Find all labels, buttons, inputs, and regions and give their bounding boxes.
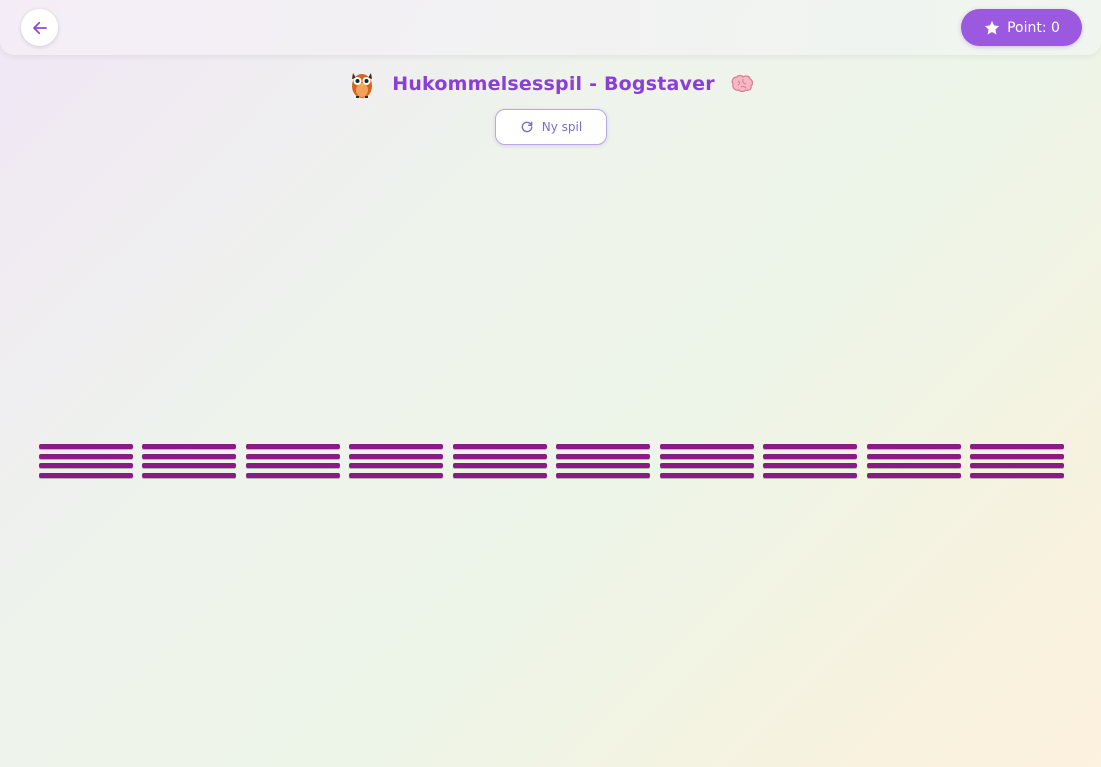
card-back-stripe [556, 444, 651, 449]
memory-card[interactable] [245, 443, 340, 479]
memory-card[interactable] [39, 443, 133, 479]
page-title-row: Hukommelsesspil - Bogstaver [0, 66, 1101, 102]
card-back-stripe [349, 472, 444, 478]
memory-card[interactable] [142, 443, 237, 479]
memory-card[interactable] [349, 443, 444, 479]
star-icon [984, 20, 1000, 34]
arrow-left-icon [32, 21, 47, 34]
card-back-stripe [39, 453, 133, 459]
new-game-label: Ny spil [541, 120, 583, 134]
card-back-stripe [452, 472, 547, 478]
memory-card[interactable] [866, 443, 961, 479]
card-back-stripe [452, 453, 547, 459]
memory-card[interactable] [763, 443, 858, 479]
card-back-stripe [245, 463, 340, 469]
card-back-stripe [39, 472, 133, 478]
card-back-stripe [39, 463, 133, 469]
card-back-stripe [142, 444, 237, 449]
owl-icon [352, 73, 373, 98]
card-back-stripe [969, 472, 1064, 478]
new-game-button[interactable]: Ny spil [495, 109, 607, 145]
card-back-stripe [969, 463, 1064, 469]
card-back-stripe [866, 453, 961, 459]
points-label: Point: 0 [1007, 19, 1060, 36]
top-bar: Point: 0 [0, 0, 1101, 55]
card-back-stripe [659, 463, 754, 469]
card-back-stripe [142, 472, 237, 478]
card-back-stripe [969, 453, 1064, 459]
memory-card[interactable] [659, 443, 754, 479]
card-back-stripe [556, 463, 651, 469]
card-back-stripe [349, 444, 444, 449]
card-back-stripe [142, 463, 237, 469]
refresh-icon [521, 121, 533, 133]
card-back-stripe [659, 444, 754, 449]
card-back-stripe [763, 472, 858, 478]
card-back-stripe [452, 463, 547, 469]
card-back-stripe [866, 444, 961, 449]
memory-card[interactable] [969, 443, 1064, 479]
card-back-stripe [763, 463, 858, 469]
card-back-stripe [245, 472, 340, 478]
card-back-stripe [556, 472, 651, 478]
card-back-stripe [39, 444, 133, 449]
card-back-stripe [245, 453, 340, 459]
memory-card[interactable] [556, 443, 651, 479]
card-back-stripe [349, 453, 444, 459]
points-badge: Point: 0 [961, 9, 1082, 46]
card-back-stripe [245, 444, 340, 449]
brain-icon [731, 74, 753, 93]
card-back-stripe [349, 463, 444, 469]
card-back-stripe [763, 444, 858, 449]
card-back-stripe [452, 444, 547, 449]
card-back-stripe [866, 472, 961, 478]
card-back-stripe [142, 453, 237, 459]
page-title: Hukommelsesspil - Bogstaver [392, 73, 715, 95]
back-button[interactable] [21, 9, 58, 46]
card-back-stripe [556, 453, 651, 459]
card-back-stripe [866, 463, 961, 469]
card-grid [39, 443, 1064, 479]
card-back-stripe [659, 453, 754, 459]
card-back-stripe [969, 444, 1064, 449]
card-back-stripe [659, 472, 754, 478]
memory-card[interactable] [452, 443, 547, 479]
card-back-stripe [763, 453, 858, 459]
